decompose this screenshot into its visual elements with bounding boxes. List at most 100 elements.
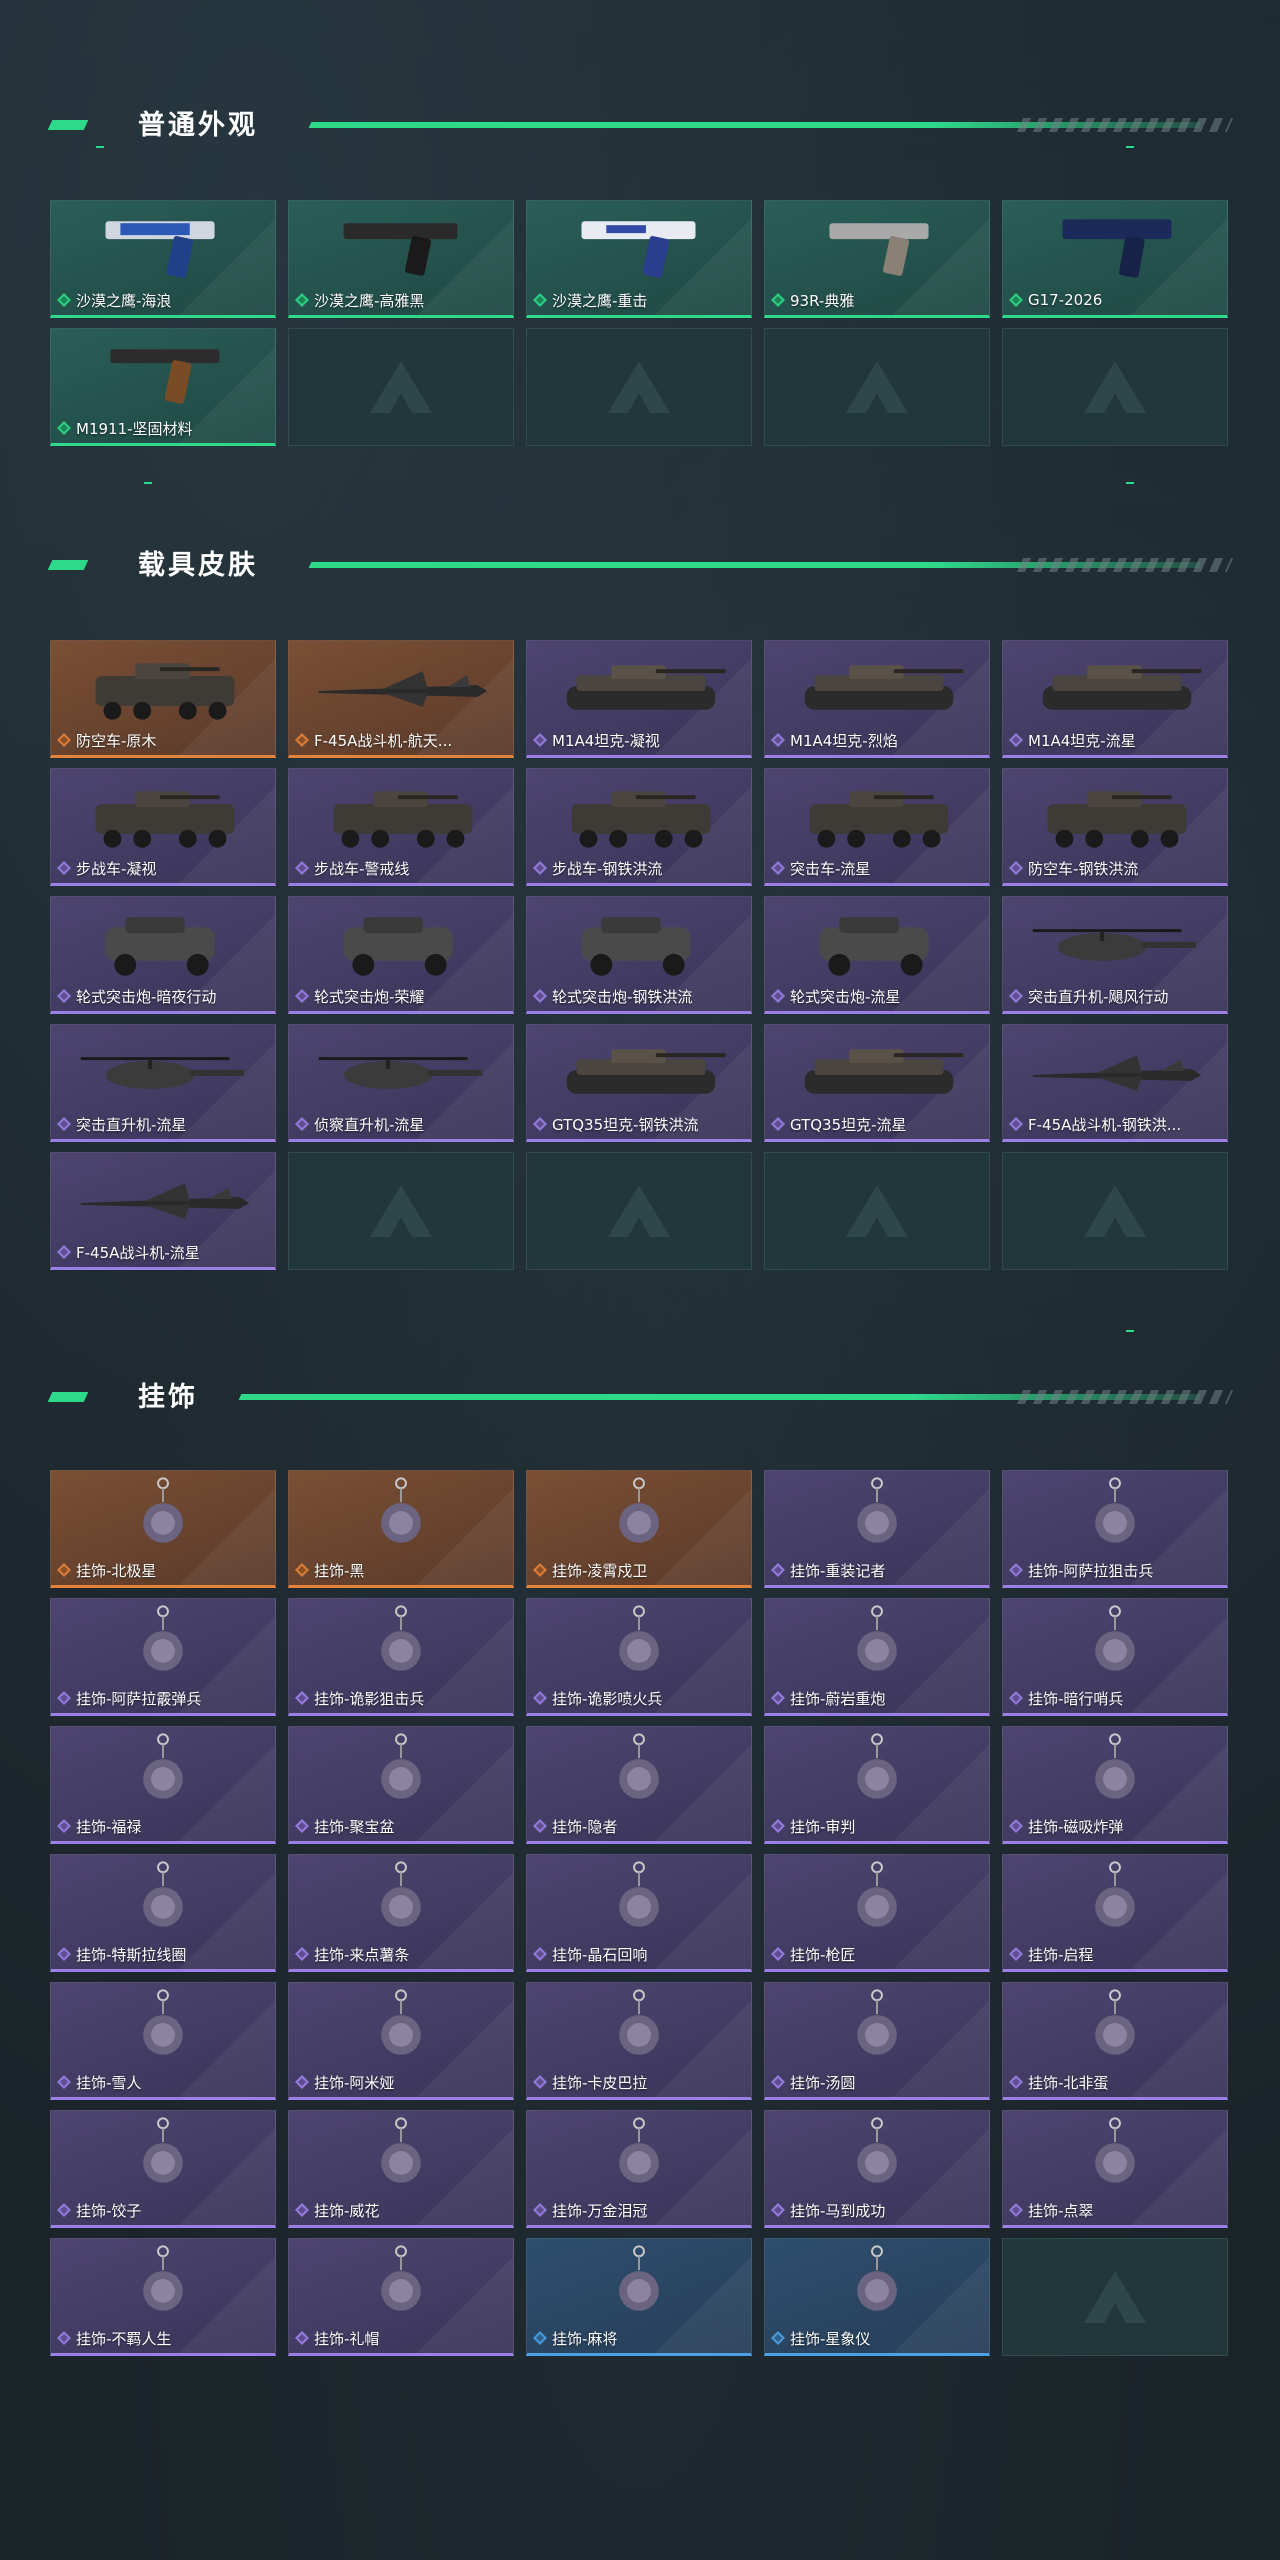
item-card[interactable]: 挂饰-麻将 xyxy=(526,2238,752,2356)
item-card[interactable]: 挂饰-启程 xyxy=(1002,1854,1228,1972)
item-card[interactable]: 挂饰-星象仪 xyxy=(764,2238,990,2356)
item-card[interactable]: 挂饰-诡影狙击兵 xyxy=(288,1598,514,1716)
item-card[interactable]: 挂饰-诡影喷火兵 xyxy=(526,1598,752,1716)
item-label-row: 挂饰-重装记者 xyxy=(771,1559,983,1581)
item-card[interactable]: 挂饰-饺子 xyxy=(50,2110,276,2228)
item-card[interactable]: 挂饰-福禄 xyxy=(50,1726,276,1844)
item-card[interactable]: 挂饰-暗行哨兵 xyxy=(1002,1598,1228,1716)
item-card[interactable]: 挂饰-审判 xyxy=(764,1726,990,1844)
item-card[interactable]: 挂饰-马到成功 xyxy=(764,2110,990,2228)
item-card[interactable]: 挂饰-雪人 xyxy=(50,1982,276,2100)
item-label-row: M1911-坚固材料 xyxy=(57,417,269,439)
rarity-diamond-icon xyxy=(57,989,71,1003)
item-card[interactable]: 挂饰-蔚岩重炮 xyxy=(764,1598,990,1716)
item-card[interactable]: M1A4坦克-流星 xyxy=(1002,640,1228,758)
item-card[interactable]: 防空车-钢铁洪流 xyxy=(1002,768,1228,886)
item-name: 挂饰-诡影喷火兵 xyxy=(552,1689,663,1708)
item-label-row: GTQ35坦克-流星 xyxy=(771,1113,983,1135)
item-image xyxy=(1032,929,1197,961)
item-card[interactable]: 步战车-凝视 xyxy=(50,768,276,886)
item-card[interactable]: 挂饰-卡皮巴拉 xyxy=(526,1982,752,2100)
rarity-diamond-icon xyxy=(295,1117,309,1131)
item-card[interactable]: 突击直升机-流星 xyxy=(50,1024,276,1142)
item-card[interactable]: 挂饰-威花 xyxy=(288,2110,514,2228)
item-card[interactable]: F-45A战斗机-航天... xyxy=(288,640,514,758)
item-label-row: 挂饰-阿萨拉狙击兵 xyxy=(1009,1559,1221,1581)
item-card[interactable]: 轮式突击炮-荣耀 xyxy=(288,896,514,1014)
item-card[interactable]: 挂饰-重装记者 xyxy=(764,1470,990,1588)
item-card[interactable]: F-45A战斗机-钢铁洪... xyxy=(1002,1024,1228,1142)
item-image xyxy=(566,665,726,710)
item-image xyxy=(857,1861,897,1927)
item-card[interactable]: 挂饰-点翠 xyxy=(1002,2110,1228,2228)
item-image xyxy=(381,2245,421,2311)
item-label-row: 挂饰-麻将 xyxy=(533,2327,745,2349)
item-card[interactable]: 挂饰-北非蛋 xyxy=(1002,1982,1228,2100)
item-image xyxy=(1032,1055,1202,1091)
item-card[interactable]: 挂饰-凌霄戍卫 xyxy=(526,1470,752,1588)
item-card[interactable]: 防空车-原木 xyxy=(50,640,276,758)
item-card[interactable]: M1911-坚固材料 xyxy=(50,328,276,446)
item-card[interactable]: 挂饰-礼帽 xyxy=(288,2238,514,2356)
item-image xyxy=(619,1861,659,1927)
item-label-row: 防空车-钢铁洪流 xyxy=(1009,857,1221,879)
item-card[interactable]: 93R-典雅 xyxy=(764,200,990,318)
item-image xyxy=(1095,1477,1135,1543)
item-name: M1A4坦克-烈焰 xyxy=(790,731,898,750)
item-card[interactable]: 沙漠之鹰-高雅黑 xyxy=(288,200,514,318)
item-card[interactable]: G17-2026 xyxy=(1002,200,1228,318)
item-card[interactable]: 轮式突击炮-暗夜行动 xyxy=(50,896,276,1014)
item-name: 挂饰-饺子 xyxy=(76,2201,142,2220)
item-card[interactable]: M1A4坦克-烈焰 xyxy=(764,640,990,758)
item-card[interactable]: 步战车-钢铁洪流 xyxy=(526,768,752,886)
item-card[interactable]: GTQ35坦克-流星 xyxy=(764,1024,990,1142)
rarity-diamond-icon xyxy=(57,733,71,747)
item-name: 沙漠之鹰-海浪 xyxy=(76,291,172,310)
item-card[interactable]: 沙漠之鹰-海浪 xyxy=(50,200,276,318)
item-name: 挂饰-晶石回响 xyxy=(552,1945,648,1964)
item-card[interactable]: 侦察直升机-流星 xyxy=(288,1024,514,1142)
item-card[interactable]: 挂饰-阿萨拉霰弹兵 xyxy=(50,1598,276,1716)
rarity-diamond-icon xyxy=(771,989,785,1003)
item-label-row: 步战车-警戒线 xyxy=(295,857,507,879)
item-card[interactable]: 挂饰-汤圆 xyxy=(764,1982,990,2100)
item-card[interactable]: 挂饰-黑 xyxy=(288,1470,514,1588)
item-label-row: 挂饰-黑 xyxy=(295,1559,507,1581)
item-card[interactable]: 挂饰-隐者 xyxy=(526,1726,752,1844)
rarity-diamond-icon xyxy=(1009,861,1023,875)
item-image xyxy=(381,1989,421,2055)
item-card[interactable]: 挂饰-磁吸炸弹 xyxy=(1002,1726,1228,1844)
item-name: 挂饰-启程 xyxy=(1028,1945,1094,1964)
item-label-row: 挂饰-饺子 xyxy=(57,2199,269,2221)
item-card[interactable]: M1A4坦克-凝视 xyxy=(526,640,752,758)
item-card[interactable]: 挂饰-枪匠 xyxy=(764,1854,990,1972)
item-card[interactable]: 挂饰-不羁人生 xyxy=(50,2238,276,2356)
item-card[interactable]: 轮式突击炮-流星 xyxy=(764,896,990,1014)
rarity-diamond-icon xyxy=(1009,733,1023,747)
rarity-diamond-icon xyxy=(1009,1691,1023,1705)
item-name: 挂饰-雪人 xyxy=(76,2073,142,2092)
rarity-diamond-icon xyxy=(771,2203,785,2217)
item-image xyxy=(1095,1861,1135,1927)
item-card[interactable]: 步战车-警戒线 xyxy=(288,768,514,886)
item-label-row: 轮式突击炮-荣耀 xyxy=(295,985,507,1007)
item-name: 挂饰-卡皮巴拉 xyxy=(552,2073,648,2092)
item-card[interactable]: 挂饰-北极星 xyxy=(50,1470,276,1588)
item-card[interactable]: 挂饰-聚宝盆 xyxy=(288,1726,514,1844)
item-card[interactable]: 挂饰-阿萨拉狙击兵 xyxy=(1002,1470,1228,1588)
item-card[interactable]: 挂饰-来点薯条 xyxy=(288,1854,514,1972)
item-card[interactable]: 挂饰-晶石回响 xyxy=(526,1854,752,1972)
item-name: 挂饰-威花 xyxy=(314,2201,380,2220)
item-card[interactable]: 突击直升机-飓风行动 xyxy=(1002,896,1228,1014)
empty-slot xyxy=(288,1152,514,1270)
item-image xyxy=(1095,1989,1135,2055)
item-card[interactable]: 轮式突击炮-钢铁洪流 xyxy=(526,896,752,1014)
item-card[interactable]: 沙漠之鹰-重击 xyxy=(526,200,752,318)
item-label-row: 挂饰-阿萨拉霰弹兵 xyxy=(57,1687,269,1709)
item-card[interactable]: GTQ35坦克-钢铁洪流 xyxy=(526,1024,752,1142)
item-card[interactable]: 挂饰-阿米娅 xyxy=(288,1982,514,2100)
item-card[interactable]: 挂饰-特斯拉线圈 xyxy=(50,1854,276,1972)
item-card[interactable]: 突击车-流星 xyxy=(764,768,990,886)
item-card[interactable]: 挂饰-万金泪冠 xyxy=(526,2110,752,2228)
item-card[interactable]: F-45A战斗机-流星 xyxy=(50,1152,276,1270)
